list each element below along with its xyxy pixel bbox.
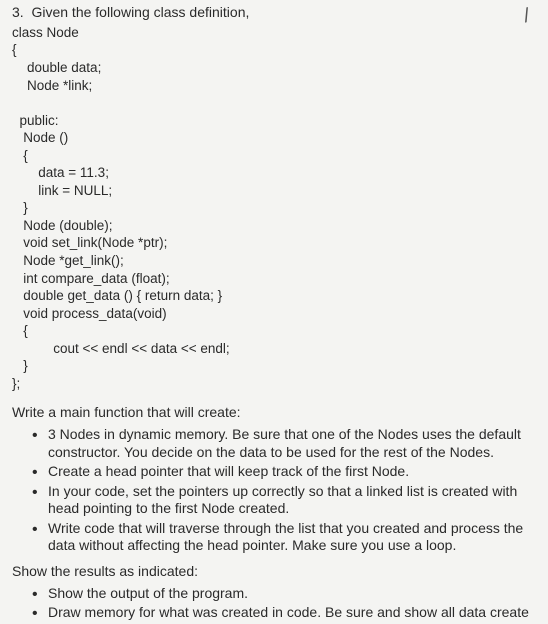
- section1-intro: Write a main function that will create:: [12, 404, 532, 422]
- list-item: 3 Nodes in dynamic memory. Be sure that …: [48, 426, 532, 461]
- section2-list: Show the output of the program. Draw mem…: [12, 585, 532, 622]
- list-item: Show the output of the program.: [48, 585, 532, 603]
- question-prompt: Given the following class definition,: [31, 4, 249, 20]
- code-block: class Node { double data; Node *link; pu…: [12, 24, 532, 392]
- list-item: Create a head pointer that will keep tra…: [48, 463, 532, 481]
- list-item: Write code that will traverse through th…: [48, 520, 532, 555]
- list-item: Draw memory for what was created in code…: [48, 604, 532, 622]
- question-header: 3. Given the following class definition,: [12, 4, 532, 22]
- section1-list: 3 Nodes in dynamic memory. Be sure that …: [12, 426, 532, 555]
- list-item: In your code, set the pointers up correc…: [48, 483, 532, 518]
- question-number: 3.: [12, 4, 24, 20]
- section2-intro: Show the results as indicated:: [12, 563, 532, 581]
